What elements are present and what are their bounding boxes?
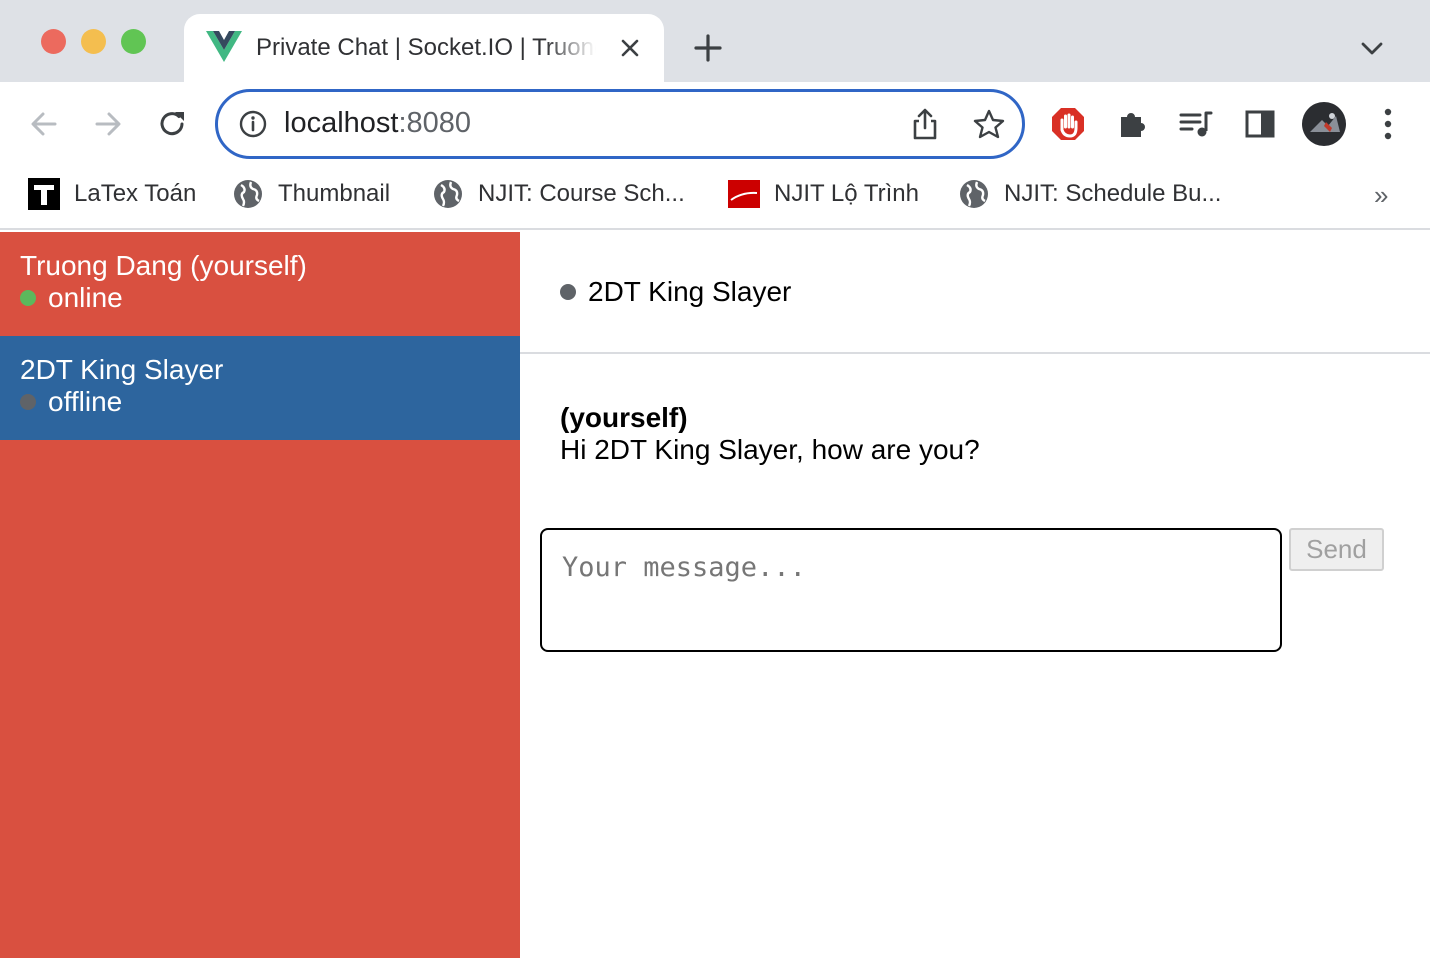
playlist-music-icon (1179, 111, 1213, 137)
bookmark-thumbnail[interactable]: Thumbnail (232, 176, 390, 212)
chevron-down-icon[interactable] (1358, 36, 1386, 60)
user-status: online (20, 282, 123, 314)
side-panel-icon (1245, 110, 1275, 138)
user-item-self[interactable]: Truong Dang (yourself) online (0, 232, 520, 336)
send-button[interactable]: Send (1289, 528, 1384, 571)
globe-icon (960, 180, 988, 208)
message-item: (yourself) Hi 2DT King Slayer, how are y… (560, 402, 1400, 466)
njit-red-icon (728, 180, 760, 208)
chat-header-user: 2DT King Slayer (560, 276, 791, 308)
arrow-left-icon (31, 112, 57, 136)
message-panel: 2DT King Slayer (yourself) Hi 2DT King S… (520, 232, 1430, 958)
user-list: Truong Dang (yourself) online 2DT King S… (0, 232, 520, 958)
back-button[interactable] (24, 104, 64, 144)
side-panel-button[interactable] (1240, 104, 1280, 144)
bookmark-njit-course-schedule[interactable]: NJIT: Course Sch... (432, 176, 685, 212)
media-control-button[interactable] (1176, 104, 1216, 144)
reload-icon (160, 112, 184, 136)
globe-icon (434, 180, 462, 208)
user-item-2dt-king-slayer[interactable]: 2DT King Slayer offline (0, 336, 520, 440)
info-icon[interactable] (238, 109, 268, 139)
bookmark-label: NJIT: Schedule Bu... (1004, 180, 1222, 207)
bookmark-latex-toan[interactable]: LaTex Toán (28, 176, 196, 212)
kebab-menu-icon (1384, 108, 1392, 140)
online-status-icon (20, 290, 36, 306)
vue-logo-icon (206, 31, 242, 62)
bookmark-label: NJIT Lộ Trình (774, 180, 919, 207)
zoom-window-button[interactable] (121, 29, 146, 54)
latex-t-icon (28, 178, 60, 210)
url-port: :8080 (398, 107, 472, 139)
status-label: offline (48, 386, 123, 417)
browser-tab[interactable]: Private Chat | Socket.IO | Truong Dang (184, 14, 664, 82)
status-label: online (48, 282, 123, 313)
profile-button[interactable] (1302, 102, 1346, 146)
adblock-extension-button[interactable] (1048, 104, 1088, 144)
tab-title: Private Chat | Socket.IO | Truong Dang (256, 34, 596, 61)
chat-header: 2DT King Slayer (520, 232, 1430, 354)
close-window-button[interactable] (41, 29, 66, 54)
share-icon[interactable] (910, 106, 940, 142)
user-status: offline (20, 386, 122, 418)
url-host: localhost (284, 107, 399, 139)
globe-icon (234, 180, 262, 208)
url-text[interactable]: localhost:8080 (284, 107, 471, 140)
user-name: Truong Dang (yourself) (20, 250, 307, 281)
message-list: (yourself) Hi 2DT King Slayer, how are y… (560, 402, 1400, 466)
offline-status-icon (560, 284, 576, 300)
address-bar[interactable]: localhost:8080 (215, 89, 1025, 159)
forward-button[interactable] (88, 104, 128, 144)
browser-toolbar: localhost:8080 (0, 82, 1430, 166)
user-name: 2DT King Slayer (20, 354, 224, 385)
reload-button[interactable] (152, 104, 192, 144)
bookmarks-overflow-button[interactable]: » (1374, 180, 1388, 211)
browser-menu-button[interactable] (1368, 104, 1408, 144)
puzzle-icon (1121, 113, 1145, 137)
bookmarks-bar: LaTex Toán Thumbnail NJIT: Course Sch...… (0, 166, 1430, 230)
bookmark-label: LaTex Toán (74, 180, 197, 207)
extensions-button[interactable] (1112, 104, 1152, 144)
tab-strip: Private Chat | Socket.IO | Truong Dang (0, 0, 1430, 82)
message-input[interactable] (540, 528, 1282, 652)
message-content: Hi 2DT King Slayer, how are you? (560, 434, 980, 465)
avatar (1302, 102, 1346, 146)
bookmark-label: Thumbnail (278, 180, 391, 207)
new-tab-icon[interactable] (692, 32, 724, 64)
message-sender: (yourself) (560, 402, 688, 433)
offline-status-icon (20, 394, 36, 410)
bookmark-star-icon[interactable] (972, 107, 1006, 141)
close-tab-icon[interactable] (616, 34, 644, 62)
minimize-window-button[interactable] (81, 29, 106, 54)
adblock-hand-icon (1052, 108, 1084, 140)
bookmark-label: NJIT: Course Sch... (478, 180, 685, 207)
bookmark-njit-lo-trinh[interactable]: NJIT Lộ Trình (728, 176, 919, 212)
chat-app: Truong Dang (yourself) online 2DT King S… (0, 232, 1430, 958)
bookmark-njit-schedule-builder[interactable]: NJIT: Schedule Bu... (958, 176, 1221, 212)
chat-header-name: 2DT King Slayer (588, 276, 792, 307)
arrow-right-icon (95, 112, 121, 136)
